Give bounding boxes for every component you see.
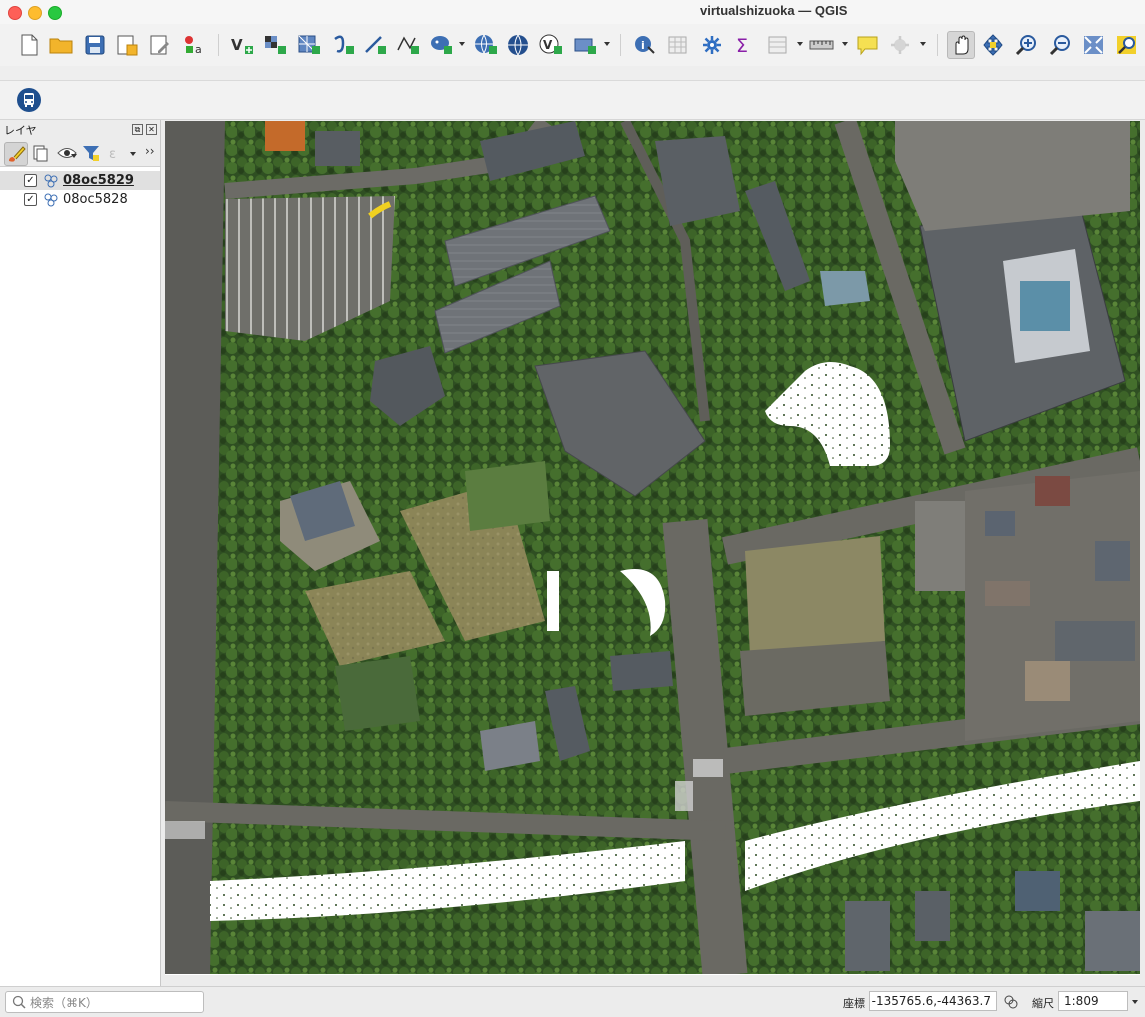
pan-hand-icon[interactable] xyxy=(947,31,975,59)
title-bar: virtualshizuoka — QGIS xyxy=(0,0,1145,24)
new-raster-layer-icon[interactable] xyxy=(262,32,288,58)
settings-gear-icon[interactable] xyxy=(699,32,725,58)
add-wms-layer-icon[interactable] xyxy=(473,32,499,58)
layers-panel: レイヤ ⧉ ✕ ε ›› ✓ 08oc5829 ✓ 08oc5828 xyxy=(0,120,161,986)
svg-text:i: i xyxy=(641,39,645,52)
more-tools-chevron-icon[interactable]: ›› xyxy=(145,144,155,158)
add-group-icon[interactable] xyxy=(31,144,49,166)
expression-filter-icon[interactable]: ε xyxy=(108,144,126,166)
plugin-toolbar xyxy=(0,81,1145,120)
annotation-icon[interactable] xyxy=(855,32,881,58)
digitize-curve-icon[interactable] xyxy=(330,32,356,58)
add-vector-tile-icon[interactable] xyxy=(572,32,598,58)
layer-list: ✓ 08oc5829 ✓ 08oc5828 xyxy=(0,171,160,209)
measure-icon[interactable] xyxy=(809,32,835,58)
new-grid-icon[interactable] xyxy=(296,32,322,58)
new-project-icon[interactable] xyxy=(16,32,42,58)
search-placeholder: 検索（⌘K） xyxy=(30,995,98,1010)
close-panel-icon[interactable]: ✕ xyxy=(146,124,157,135)
map-rendering xyxy=(165,121,1140,975)
svg-text:V: V xyxy=(231,36,243,54)
svg-text:ε: ε xyxy=(109,147,116,162)
coordinate-field[interactable]: -135765.6,-44363.7 xyxy=(869,991,997,1011)
status-bar: 検索（⌘K） 座標 -135765.6,-44363.7 縮尺 1:809 xyxy=(0,986,1145,1017)
mouse-coordinate-toggle-icon[interactable] xyxy=(1003,994,1019,1013)
layer-name: 08oc5828 xyxy=(63,192,128,207)
scale-dropdown-icon[interactable] xyxy=(1132,1000,1138,1004)
bus-plugin-icon[interactable] xyxy=(16,87,42,113)
close-window-button[interactable] xyxy=(8,6,22,20)
locator-search-field[interactable]: 検索（⌘K） xyxy=(5,991,204,1013)
layer-visibility-checkbox[interactable]: ✓ xyxy=(24,174,37,187)
layers-panel-title: レイヤ xyxy=(4,124,37,137)
add-wcs-layer-icon[interactable]: V xyxy=(538,32,564,58)
layers-panel-toolbar: ε ›› xyxy=(0,140,160,167)
save-project-icon[interactable] xyxy=(82,32,108,58)
float-panel-icon[interactable]: ⧉ xyxy=(132,124,143,135)
zoom-full-icon[interactable] xyxy=(1081,32,1107,58)
svg-text:Σ: Σ xyxy=(736,35,748,56)
maximize-window-button[interactable] xyxy=(48,6,62,20)
toolbar-grip-row xyxy=(0,66,1145,81)
layer-item-08oc5829[interactable]: ✓ 08oc5829 xyxy=(0,171,160,190)
style-manager-icon[interactable]: a xyxy=(181,32,207,58)
attribute-table-icon[interactable] xyxy=(765,32,791,58)
main-toolbar: a V V i Σ xyxy=(0,24,1145,67)
layout-manager-icon[interactable] xyxy=(147,32,173,58)
identify-icon[interactable]: i xyxy=(632,32,658,58)
add-postgis-layer-icon[interactable] xyxy=(428,32,454,58)
search-icon xyxy=(12,995,26,1009)
minimize-window-button[interactable] xyxy=(28,6,42,20)
scale-field[interactable]: 1:809 xyxy=(1058,991,1128,1011)
zoom-out-icon[interactable] xyxy=(1048,32,1074,58)
new-print-layout-icon[interactable] xyxy=(114,32,140,58)
zoom-in-icon[interactable] xyxy=(1014,32,1040,58)
pointcloud-layer-icon xyxy=(44,174,58,187)
zoom-to-layer-icon[interactable] xyxy=(1114,32,1140,58)
layer-name: 08oc5829 xyxy=(63,173,134,188)
pointcloud-layer-icon xyxy=(44,193,58,206)
scale-label: 縮尺 xyxy=(1032,997,1054,1010)
svg-text:a: a xyxy=(195,43,202,56)
new-vector-layer-icon[interactable]: V xyxy=(229,32,255,58)
window-title: virtualshizuoka — QGIS xyxy=(700,3,848,18)
open-project-icon[interactable] xyxy=(48,32,74,58)
svg-text:V: V xyxy=(543,38,553,52)
style-panel-brush-icon[interactable] xyxy=(4,142,28,166)
layer-item-08oc5828[interactable]: ✓ 08oc5828 xyxy=(0,190,160,209)
add-wfs-layer-icon[interactable] xyxy=(506,32,532,58)
layer-visibility-checkbox[interactable]: ✓ xyxy=(24,193,37,206)
add-vertex-layer-icon[interactable] xyxy=(395,32,421,58)
coordinate-label: 座標 xyxy=(843,997,865,1010)
filter-icon[interactable] xyxy=(82,144,100,166)
statistics-sigma-icon[interactable]: Σ xyxy=(731,32,757,58)
select-icon[interactable] xyxy=(888,32,914,58)
new-line-icon[interactable] xyxy=(362,32,388,58)
pan-to-selection-icon[interactable] xyxy=(981,32,1007,58)
map-canvas[interactable] xyxy=(165,121,1140,975)
layers-panel-header: レイヤ ⧉ ✕ xyxy=(0,120,160,140)
open-attribute-table-icon[interactable] xyxy=(665,32,691,58)
